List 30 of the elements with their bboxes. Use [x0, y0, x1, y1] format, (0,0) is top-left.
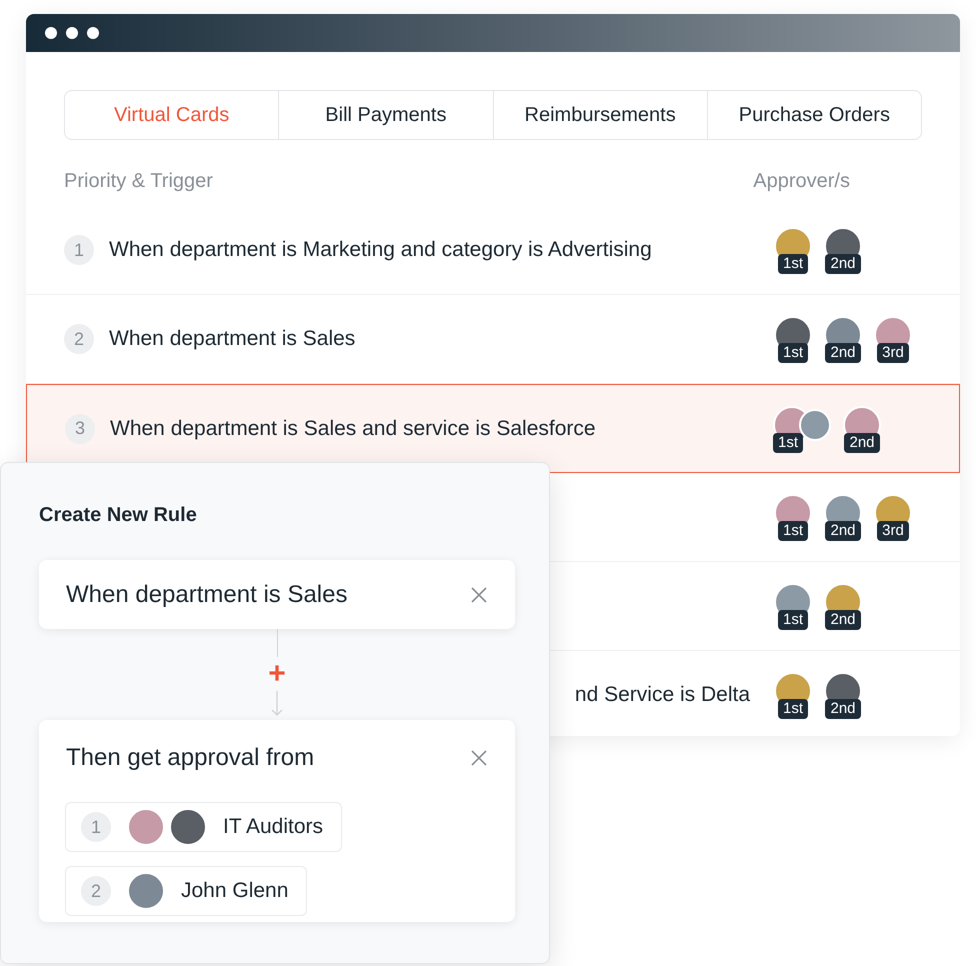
approver-order-badge: 1st [778, 699, 808, 719]
priority-number: 3 [65, 414, 95, 444]
rule-trigger-text: When department is Sales [109, 326, 356, 352]
approver-order-badge: 1st [778, 521, 808, 541]
approver-order-badge: 3rd [877, 343, 909, 363]
column-header: Priority & Trigger [64, 169, 213, 194]
panel-title: Create New Rule [39, 504, 197, 526]
approver-order-badge: 1st [778, 254, 808, 274]
action-text: Then get approval from [66, 743, 314, 773]
priority-number: 2 [81, 876, 111, 906]
approver-name: John Glenn [181, 878, 288, 904]
rule-trigger-text: When department is Sales and service is Salesforce [110, 416, 596, 442]
rule-trigger-text: When department is Marketing and category is Advertising [109, 237, 652, 264]
approver-order-badge: 2nd [825, 699, 861, 719]
approver-order-badge: 2nd [844, 432, 880, 452]
approver-name: IT Auditors [223, 814, 323, 840]
approver-order-badge: 3rd [877, 521, 909, 541]
approver-order-badge: 2nd [825, 343, 861, 363]
approver-order-badge: 1st [778, 610, 808, 630]
approver-order-badge: 1st [773, 432, 804, 452]
rule-trigger-text: nd Service is Delta [574, 682, 750, 708]
approver-order-badge: 2nd [825, 610, 861, 630]
condition-text: When department is Sales [66, 580, 348, 610]
approver-order-badge: 2nd [825, 521, 861, 541]
priority-number: 1 [81, 812, 111, 842]
approver-order-badge: 2nd [825, 254, 861, 274]
approver-order-badge: 1st [778, 343, 808, 363]
priority-number: 1 [64, 235, 94, 265]
priority-number: 2 [64, 324, 94, 354]
column-header: Approver/s [753, 169, 850, 194]
